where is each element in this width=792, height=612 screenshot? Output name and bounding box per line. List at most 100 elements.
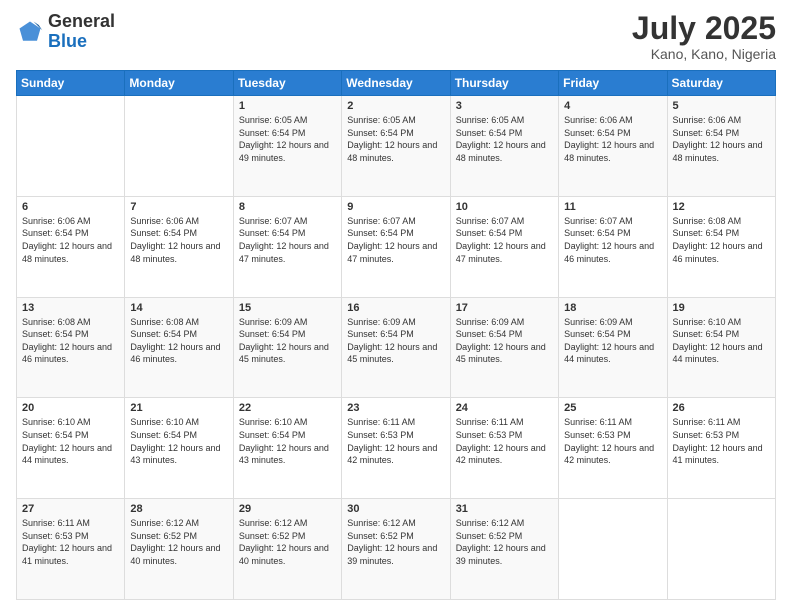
calendar-cell: 27Sunrise: 6:11 AMSunset: 6:53 PMDayligh… xyxy=(17,499,125,600)
weekday-header-saturday: Saturday xyxy=(667,71,775,96)
day-number: 13 xyxy=(22,302,119,314)
day-info: Sunrise: 6:12 AMSunset: 6:52 PMDaylight:… xyxy=(456,517,553,567)
day-number: 2 xyxy=(347,100,444,112)
week-row-5: 27Sunrise: 6:11 AMSunset: 6:53 PMDayligh… xyxy=(17,499,776,600)
day-info: Sunrise: 6:09 AMSunset: 6:54 PMDaylight:… xyxy=(347,316,444,366)
day-info: Sunrise: 6:06 AMSunset: 6:54 PMDaylight:… xyxy=(130,215,227,265)
day-number: 30 xyxy=(347,503,444,515)
day-info: Sunrise: 6:07 AMSunset: 6:54 PMDaylight:… xyxy=(564,215,661,265)
calendar-cell: 6 Sunrise: 6:06 AMSunset: 6:54 PMDaylight… xyxy=(17,196,125,297)
day-number: 5 xyxy=(673,100,770,112)
calendar-cell: 4Sunrise: 6:06 AMSunset: 6:54 PMDaylight… xyxy=(559,96,667,197)
calendar-cell: 15 Sunrise: 6:09 AMSunset: 6:54 PMDayligh… xyxy=(233,297,341,398)
day-number: 21 xyxy=(130,402,227,414)
logo-icon xyxy=(16,18,44,46)
day-number: 29 xyxy=(239,503,336,515)
weekday-header-monday: Monday xyxy=(125,71,233,96)
calendar-cell: 10 Sunrise: 6:07 AMSunset: 6:54 PMDayligh… xyxy=(450,196,558,297)
calendar-cell: 7 Sunrise: 6:06 AMSunset: 6:54 PMDaylight… xyxy=(125,196,233,297)
weekday-header-thursday: Thursday xyxy=(450,71,558,96)
day-number: 23 xyxy=(347,402,444,414)
day-number: 22 xyxy=(239,402,336,414)
day-info: Sunrise: 6:05 AMSunset: 6:54 PMDaylight:… xyxy=(239,114,336,164)
day-number: 4 xyxy=(564,100,661,112)
day-info: Sunrise: 6:07 AMSunset: 6:54 PMDaylight:… xyxy=(456,215,553,265)
day-number: 8 xyxy=(239,201,336,213)
day-number: 12 xyxy=(673,201,770,213)
day-number: 11 xyxy=(564,201,661,213)
calendar-cell: 12Sunrise: 6:08 AMSunset: 6:54 PMDayligh… xyxy=(667,196,775,297)
calendar-cell xyxy=(667,499,775,600)
day-info: Sunrise: 6:09 AMSunset: 6:54 PMDaylight:… xyxy=(456,316,553,366)
calendar-cell: 11 Sunrise: 6:07 AMSunset: 6:54 PMDayligh… xyxy=(559,196,667,297)
logo-text: General Blue xyxy=(48,12,115,52)
day-number: 31 xyxy=(456,503,553,515)
day-number: 9 xyxy=(347,201,444,213)
week-row-4: 20Sunrise: 6:10 AMSunset: 6:54 PMDayligh… xyxy=(17,398,776,499)
day-number: 15 xyxy=(239,302,336,314)
calendar-cell: 20Sunrise: 6:10 AMSunset: 6:54 PMDayligh… xyxy=(17,398,125,499)
week-row-2: 6 Sunrise: 6:06 AMSunset: 6:54 PMDaylight… xyxy=(17,196,776,297)
calendar-cell: 28Sunrise: 6:12 AMSunset: 6:52 PMDayligh… xyxy=(125,499,233,600)
calendar-cell: 24Sunrise: 6:11 AMSunset: 6:53 PMDayligh… xyxy=(450,398,558,499)
day-number: 17 xyxy=(456,302,553,314)
calendar-cell: 29 Sunrise: 6:12 AMSunset: 6:52 PMDayligh… xyxy=(233,499,341,600)
calendar-cell: 9 Sunrise: 6:07 AMSunset: 6:54 PMDaylight… xyxy=(342,196,450,297)
day-info: Sunrise: 6:10 AMSunset: 6:54 PMDaylight:… xyxy=(673,316,770,366)
logo-general: General xyxy=(48,11,115,31)
day-number: 3 xyxy=(456,100,553,112)
day-info: Sunrise: 6:12 AMSunset: 6:52 PMDaylight:… xyxy=(347,517,444,567)
day-info: Sunrise: 6:05 AMSunset: 6:54 PMDaylight:… xyxy=(347,114,444,164)
week-row-3: 13 Sunrise: 6:08 AMSunset: 6:54 PMDayligh… xyxy=(17,297,776,398)
calendar-cell: 22 Sunrise: 6:10 AMSunset: 6:54 PMDayligh… xyxy=(233,398,341,499)
weekday-header-wednesday: Wednesday xyxy=(342,71,450,96)
weekday-header-tuesday: Tuesday xyxy=(233,71,341,96)
calendar-cell: 13 Sunrise: 6:08 AMSunset: 6:54 PMDayligh… xyxy=(17,297,125,398)
day-number: 1 xyxy=(239,100,336,112)
day-info: Sunrise: 6:06 AMSunset: 6:54 PMDaylight:… xyxy=(22,215,119,265)
calendar-cell: 21 Sunrise: 6:10 AMSunset: 6:54 PMDayligh… xyxy=(125,398,233,499)
day-info: Sunrise: 6:05 AMSunset: 6:54 PMDaylight:… xyxy=(456,114,553,164)
day-info: Sunrise: 6:09 AMSunset: 6:54 PMDaylight:… xyxy=(564,316,661,366)
calendar-cell: 3 Sunrise: 6:05 AMSunset: 6:54 PMDaylight… xyxy=(450,96,558,197)
logo: General Blue xyxy=(16,12,115,52)
day-number: 26 xyxy=(673,402,770,414)
calendar-cell: 16 Sunrise: 6:09 AMSunset: 6:54 PMDayligh… xyxy=(342,297,450,398)
day-number: 19 xyxy=(673,302,770,314)
weekday-header-sunday: Sunday xyxy=(17,71,125,96)
day-number: 6 xyxy=(22,201,119,213)
logo-blue: Blue xyxy=(48,31,87,51)
day-info: Sunrise: 6:10 AMSunset: 6:54 PMDaylight:… xyxy=(130,416,227,466)
day-info: Sunrise: 6:09 AMSunset: 6:54 PMDaylight:… xyxy=(239,316,336,366)
calendar-cell: 31 Sunrise: 6:12 AMSunset: 6:52 PMDayligh… xyxy=(450,499,558,600)
day-info: Sunrise: 6:08 AMSunset: 6:54 PMDaylight:… xyxy=(22,316,119,366)
calendar-cell: 5 Sunrise: 6:06 AMSunset: 6:54 PMDaylight… xyxy=(667,96,775,197)
page: General Blue July 2025 Kano, Kano, Niger… xyxy=(0,0,792,612)
calendar-cell: 30 Sunrise: 6:12 AMSunset: 6:52 PMDayligh… xyxy=(342,499,450,600)
title-block: July 2025 Kano, Kano, Nigeria xyxy=(632,12,776,62)
weekday-header-friday: Friday xyxy=(559,71,667,96)
calendar-cell: 23 Sunrise: 6:11 AMSunset: 6:53 PMDayligh… xyxy=(342,398,450,499)
calendar-cell: 8Sunrise: 6:07 AMSunset: 6:54 PMDaylight… xyxy=(233,196,341,297)
day-info: Sunrise: 6:11 AMSunset: 6:53 PMDaylight:… xyxy=(564,416,661,466)
calendar-cell: 2 Sunrise: 6:05 AMSunset: 6:54 PMDaylight… xyxy=(342,96,450,197)
day-info: Sunrise: 6:12 AMSunset: 6:52 PMDaylight:… xyxy=(239,517,336,567)
calendar-cell xyxy=(17,96,125,197)
day-info: Sunrise: 6:10 AMSunset: 6:54 PMDaylight:… xyxy=(239,416,336,466)
day-info: Sunrise: 6:11 AMSunset: 6:53 PMDaylight:… xyxy=(673,416,770,466)
calendar-cell: 17 Sunrise: 6:09 AMSunset: 6:54 PMDayligh… xyxy=(450,297,558,398)
day-info: Sunrise: 6:06 AMSunset: 6:54 PMDaylight:… xyxy=(673,114,770,164)
calendar-cell xyxy=(559,499,667,600)
day-info: Sunrise: 6:07 AMSunset: 6:54 PMDaylight:… xyxy=(347,215,444,265)
day-number: 7 xyxy=(130,201,227,213)
header: General Blue July 2025 Kano, Kano, Niger… xyxy=(16,12,776,62)
weekday-header-row: SundayMondayTuesdayWednesdayThursdayFrid… xyxy=(17,71,776,96)
calendar-cell: 25Sunrise: 6:11 AMSunset: 6:53 PMDayligh… xyxy=(559,398,667,499)
calendar-table: SundayMondayTuesdayWednesdayThursdayFrid… xyxy=(16,70,776,600)
day-info: Sunrise: 6:11 AMSunset: 6:53 PMDaylight:… xyxy=(347,416,444,466)
day-number: 10 xyxy=(456,201,553,213)
day-number: 27 xyxy=(22,503,119,515)
day-number: 16 xyxy=(347,302,444,314)
month-title: July 2025 xyxy=(632,12,776,44)
location: Kano, Kano, Nigeria xyxy=(632,46,776,62)
